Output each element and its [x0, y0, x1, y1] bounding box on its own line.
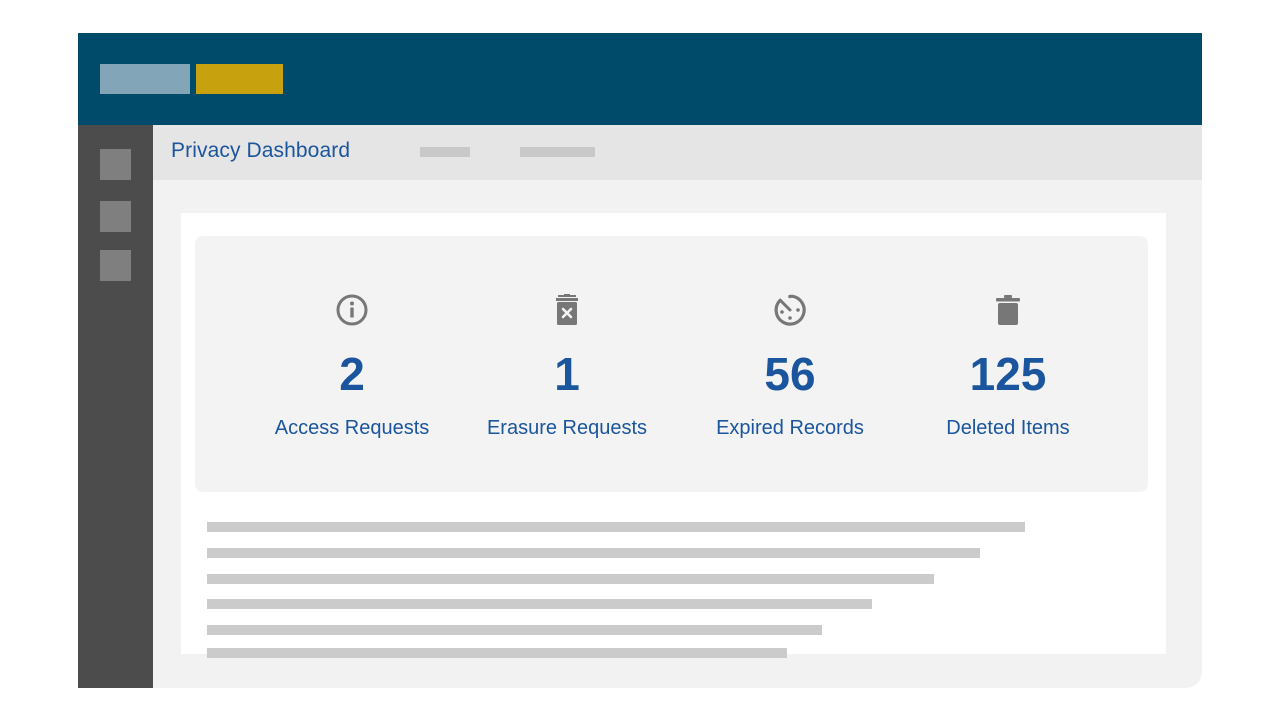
stat-label: Access Requests — [274, 417, 430, 439]
logo-primary-block[interactable] — [100, 64, 190, 94]
text-placeholder-line — [207, 522, 1025, 532]
logo-accent-block[interactable] — [196, 64, 283, 94]
sidebar — [78, 125, 153, 688]
timer-off-icon — [772, 292, 808, 328]
stats-card: 2 Access Requests 1 Erasure Requests 56 … — [195, 236, 1148, 492]
text-placeholder-line — [207, 599, 872, 609]
stat-label: Deleted Items — [946, 417, 1070, 439]
text-placeholder-line — [207, 648, 787, 658]
stat-value: 1 — [554, 348, 580, 400]
sidebar-item-3[interactable] — [100, 250, 131, 281]
stat-expired-records[interactable]: 56 Expired Records — [680, 236, 900, 492]
stat-deleted-items[interactable]: 125 Deleted Items — [898, 236, 1118, 492]
text-placeholder-line — [207, 548, 980, 558]
stat-access-requests[interactable]: 2 Access Requests — [242, 236, 462, 492]
stat-label: Expired Records — [716, 417, 864, 439]
text-placeholder-line — [207, 625, 822, 635]
text-placeholder-line — [207, 574, 934, 584]
stat-value: 125 — [969, 348, 1047, 400]
stat-label: Erasure Requests — [486, 417, 648, 439]
stat-value: 2 — [339, 348, 365, 400]
content-panel: 2 Access Requests 1 Erasure Requests 56 … — [181, 213, 1166, 658]
tab-placeholder-1[interactable] — [420, 147, 470, 157]
stat-value: 56 — [764, 348, 816, 400]
page-title: Privacy Dashboard — [171, 139, 351, 162]
sidebar-item-2[interactable] — [100, 201, 131, 232]
trash-icon — [990, 292, 1026, 328]
subheader-bar: Privacy Dashboard — [153, 125, 1202, 180]
sidebar-item-1[interactable] — [100, 149, 131, 180]
stat-erasure-requests[interactable]: 1 Erasure Requests — [457, 236, 677, 492]
app-window: Privacy Dashboard 2 Access Requests 1 Er… — [78, 33, 1202, 688]
top-header-bar — [78, 33, 1202, 125]
trash-x-icon — [549, 292, 585, 328]
tab-placeholder-2[interactable] — [520, 147, 595, 157]
info-icon — [334, 292, 370, 328]
